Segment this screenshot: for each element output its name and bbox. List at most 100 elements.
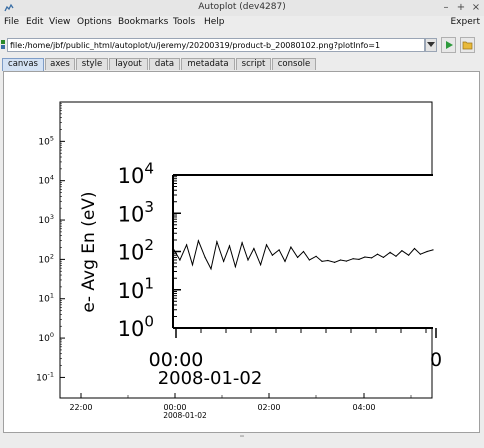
data-source-marker-icon: [1, 40, 5, 49]
series-point: [290, 246, 292, 248]
plot-canvas[interactable]: 10510410310210110010-1 22:00 00:002008-01…: [4, 72, 479, 432]
series-point: [204, 256, 206, 258]
close-button[interactable]: ×: [470, 1, 482, 14]
series-point: [228, 245, 231, 247]
inner-x-tick-label: 0: [430, 349, 442, 371]
inner-y-tick-label: 101: [118, 274, 154, 302]
outer-x-tick-sublabel: 2008-01-02: [163, 411, 207, 420]
menu-file[interactable]: File: [4, 17, 19, 27]
tab-metadata[interactable]: metadata: [181, 58, 235, 70]
series-point: [401, 250, 403, 252]
series-point: [408, 254, 410, 256]
series-point: [334, 261, 336, 263]
series-point: [327, 259, 329, 262]
series-point: [278, 249, 280, 251]
series-point: [432, 249, 434, 251]
menu-bookmarks[interactable]: Bookmarks: [118, 17, 168, 27]
series-point: [345, 260, 347, 262]
outer-y-tick-label: 100: [38, 331, 54, 344]
menu-edit[interactable]: Edit: [26, 17, 43, 27]
go-button[interactable]: [441, 37, 456, 53]
folder-icon: [462, 41, 473, 50]
outer-y-tick-label: 10-1: [36, 370, 54, 383]
outer-y-tick-label: 102: [38, 252, 54, 265]
series-point: [179, 259, 181, 261]
maximize-button[interactable]: +: [455, 1, 467, 14]
inner-y-tick-label: 104: [118, 160, 154, 188]
series-point: [197, 240, 199, 242]
series-point: [358, 258, 360, 260]
series-point: [302, 250, 305, 253]
series-point: [234, 266, 236, 268]
series-point: [382, 256, 384, 258]
series-point: [364, 256, 366, 258]
series-point: [284, 260, 286, 262]
inner-y-axis-label: e- Avg En (eV): [79, 191, 99, 312]
inner-x-axis: 00:002008-01-020: [149, 328, 442, 389]
menu-expert[interactable]: Expert: [451, 17, 481, 27]
series-point: [308, 259, 310, 261]
outer-y-axis: 105 104 103 102 101 100 10-1: [36, 103, 65, 383]
tab-console[interactable]: console: [272, 58, 316, 70]
inner-y-tick-label: 100: [118, 313, 154, 341]
menu-help[interactable]: Help: [204, 17, 225, 27]
series-point: [247, 259, 249, 261]
series-point: [352, 258, 354, 260]
series-point: [241, 242, 243, 244]
title-bar: Autoplot (dev4287) – + ×: [0, 0, 484, 17]
outer-x-tick-label: 04:00: [352, 403, 375, 412]
series-point: [419, 253, 421, 255]
menu-tools[interactable]: Tools: [173, 17, 195, 27]
splitter-handle[interactable]: [0, 434, 484, 440]
inner-y-tick-label: 102: [118, 236, 154, 264]
series-point: [376, 253, 379, 255]
series-point: [413, 247, 416, 250]
series-point: [216, 241, 218, 243]
inner-y-tick-label: 103: [118, 198, 154, 226]
browse-button[interactable]: [460, 37, 475, 53]
tab-layout[interactable]: layout: [109, 58, 148, 70]
outer-y-tick-label: 101: [38, 292, 54, 305]
series-point: [389, 251, 391, 253]
minimize-button[interactable]: –: [440, 1, 452, 14]
menu-bar: File Edit View Options Bookmarks Tools H…: [0, 16, 484, 30]
series-point: [271, 254, 273, 256]
menu-options[interactable]: Options: [77, 17, 112, 27]
inner-y-axis: 104 103 102 101 100: [118, 160, 181, 341]
series-point: [210, 268, 212, 270]
series-point: [297, 256, 299, 258]
series-point: [260, 264, 262, 266]
tab-script[interactable]: script: [236, 58, 271, 70]
series-point: [265, 244, 268, 246]
outer-x-tick-label: 02:00: [257, 403, 280, 412]
series-point: [315, 255, 317, 257]
canvas-panel[interactable]: 105 104 103 102 101 100 10-1 22:00 00:00 2008-01…: [3, 71, 480, 433]
inner-x-tick-sublabel: 2008-01-02: [158, 368, 263, 389]
tab-style[interactable]: style: [76, 58, 108, 70]
tab-canvas[interactable]: canvas: [2, 58, 44, 71]
url-row: [0, 37, 484, 55]
url-history-dropdown[interactable]: [425, 38, 437, 52]
menu-view[interactable]: View: [49, 17, 70, 27]
play-icon: [446, 41, 453, 49]
window-title: Autoplot (dev4287): [198, 2, 286, 12]
series-point: [371, 257, 373, 259]
series-point: [339, 259, 342, 261]
outer-x-axis: 22:00 00:002008-01-0202:00 04:00: [69, 393, 412, 420]
series-point: [321, 260, 323, 262]
series-point: [395, 255, 397, 257]
outer-x-tick-label: 22:00: [69, 403, 92, 412]
tab-data[interactable]: data: [149, 58, 180, 70]
outer-y-tick-label: 105: [38, 134, 54, 147]
series-point: [191, 264, 194, 266]
data-set-url-input[interactable]: [7, 38, 425, 52]
series-point: [223, 260, 225, 262]
series-point: [426, 250, 428, 253]
series-point: [186, 244, 188, 246]
tab-axes[interactable]: axes: [45, 58, 75, 70]
outer-y-tick-label: 104: [38, 174, 54, 187]
outer-y-tick-label: 103: [38, 213, 54, 226]
status-bar: [0, 434, 484, 448]
chevron-down-icon: [427, 42, 435, 47]
series-point: [173, 249, 175, 251]
